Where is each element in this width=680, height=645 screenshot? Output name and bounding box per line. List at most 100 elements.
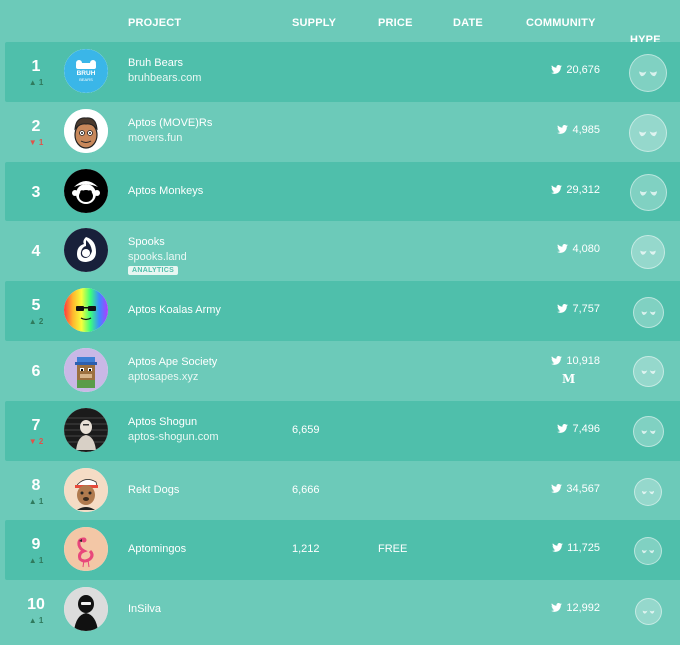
twitter-follower-count: 12,992 xyxy=(566,602,600,615)
rank-number: 3 xyxy=(31,183,41,201)
rank-down-indicator: ▼ 1 xyxy=(28,137,44,147)
project-name[interactable]: Spooks xyxy=(128,236,165,248)
twitter-followers[interactable]: 4,080 xyxy=(525,243,600,255)
rekt-dog-avatar[interactable] xyxy=(64,467,108,512)
column-header-supply[interactable]: SUPPLY xyxy=(292,17,336,29)
column-header-date[interactable]: DATE xyxy=(453,17,483,29)
project-list: 1 ▲ 1 BRUH BEARS Bruh Bears bruhbears.com 20,6… xyxy=(0,42,680,640)
rank-number: 9 xyxy=(31,536,41,554)
rank-up-indicator: ▲ 1 xyxy=(28,78,44,87)
koala-avatar[interactable] xyxy=(64,288,108,333)
project-row[interactable]: 7 ▼ 2 Aptos Shogun aptos-shogun.com 6,659 7,4… xyxy=(5,400,680,461)
twitter-follower-count: 4,985 xyxy=(572,123,600,136)
hype-meter-icon[interactable] xyxy=(629,113,667,152)
project-name[interactable]: Aptos Shogun xyxy=(128,416,197,428)
project-website-link[interactable]: bruhbears.com xyxy=(128,72,201,84)
price-value: FREE xyxy=(378,543,408,556)
twitter-followers[interactable]: 20,676 xyxy=(525,64,600,76)
shogun-avatar[interactable] xyxy=(64,407,108,452)
project-name[interactable]: Aptomingos xyxy=(128,543,186,555)
project-website-link[interactable]: aptos-shogun.com xyxy=(128,431,219,443)
bruh-bears-logo[interactable]: BRUH BEARS xyxy=(64,49,108,93)
twitter-icon xyxy=(557,124,569,134)
supply-value: 1,212 xyxy=(292,543,320,556)
twitter-followers[interactable]: 7,496 xyxy=(525,423,600,435)
project-name[interactable]: Aptos (MOVE)Rs xyxy=(128,117,212,129)
hype-meter-icon[interactable] xyxy=(632,356,664,388)
project-name[interactable]: Bruh Bears xyxy=(128,57,183,69)
twitter-followers[interactable]: 11,725 xyxy=(525,542,600,554)
project-row[interactable]: 6 Aptos Ape Society aptosapes.xyz 10,918 M xyxy=(5,341,680,401)
twitter-follower-count: 7,757 xyxy=(572,303,600,316)
rank-up-indicator: ▲ 1 xyxy=(28,616,44,626)
twitter-follower-count: 29,312 xyxy=(566,183,600,196)
hype-meter-icon[interactable] xyxy=(634,477,662,506)
project-website-link[interactable]: aptosapes.xyz xyxy=(128,371,198,383)
project-name[interactable]: Aptos Monkeys xyxy=(128,185,203,197)
flamingo-avatar[interactable] xyxy=(64,527,108,572)
twitter-followers[interactable]: 10,918 xyxy=(525,355,600,367)
twitter-icon xyxy=(557,423,569,433)
rank-down-indicator: ▼ 2 xyxy=(28,436,44,446)
project-row[interactable]: 1 ▲ 1 BRUH BEARS Bruh Bears bruhbears.com 20,6… xyxy=(5,42,680,102)
project-row[interactable]: 8 ▲ 1 Rekt Dogs 6,666 34,567 xyxy=(5,461,680,521)
project-name[interactable]: Rekt Dogs xyxy=(128,484,179,496)
twitter-followers[interactable]: 29,312 xyxy=(525,184,600,196)
twitter-follower-count: 20,676 xyxy=(566,64,600,76)
twitter-follower-count: 10,918 xyxy=(566,354,600,367)
project-name[interactable]: Aptos Ape Society xyxy=(128,356,217,368)
twitter-icon xyxy=(557,244,569,254)
hype-meter-icon[interactable] xyxy=(629,174,667,212)
twitter-icon xyxy=(551,65,563,74)
twitter-follower-count: 11,725 xyxy=(567,542,600,555)
column-header-community[interactable]: COMMUNITY xyxy=(526,17,596,29)
supply-value: 6,666 xyxy=(292,483,320,496)
rank-number: 1 xyxy=(31,58,41,75)
rank-number: 4 xyxy=(31,243,41,261)
medium-icon[interactable]: M xyxy=(562,372,575,386)
twitter-follower-count: 7,496 xyxy=(572,422,600,435)
table-header: PROJECT SUPPLY PRICE DATE COMMUNITY HYPE… xyxy=(0,0,680,46)
project-row[interactable]: 4 Spooks spooks.land ANALYTICS 4,080 xyxy=(5,221,680,281)
column-header-price[interactable]: PRICE xyxy=(378,17,413,29)
hype-meter-icon[interactable] xyxy=(629,54,667,92)
project-website-link[interactable]: movers.fun xyxy=(128,132,182,144)
monkey-avatar[interactable] xyxy=(64,168,108,213)
project-name[interactable]: Aptos Koalas Army xyxy=(128,304,221,316)
twitter-icon xyxy=(551,603,563,612)
twitter-followers[interactable]: 4,985 xyxy=(525,124,600,136)
rank-number: 7 xyxy=(31,416,41,434)
project-row[interactable]: 10 ▲ 1 InSilva 12,992 xyxy=(5,580,680,640)
twitter-followers[interactable]: 7,757 xyxy=(525,303,600,315)
hype-meter-icon[interactable] xyxy=(631,235,665,270)
hype-meter-icon[interactable] xyxy=(634,537,662,566)
twitter-icon xyxy=(551,355,563,365)
svg-text:BRUH: BRUH xyxy=(77,70,96,77)
project-name[interactable]: InSilva xyxy=(128,603,161,615)
twitter-follower-count: 34,567 xyxy=(566,482,600,495)
project-row[interactable]: 2 ▼ 1 Aptos (MOVE)Rs movers.fun 4,985 xyxy=(5,102,680,162)
rank-up-indicator: ▲ 1 xyxy=(28,556,44,566)
insilva-avatar[interactable] xyxy=(64,587,108,632)
twitter-followers[interactable]: 34,567 xyxy=(525,483,600,495)
rank-number: 8 xyxy=(31,476,41,494)
hype-meter-icon[interactable] xyxy=(634,597,662,625)
twitter-icon xyxy=(557,304,569,314)
supply-value: 6,659 xyxy=(292,423,320,436)
hype-meter-icon[interactable] xyxy=(632,416,664,448)
project-row[interactable]: 5 ▲ 2 Aptos Koalas Army 7,757 xyxy=(5,281,680,341)
column-header-project[interactable]: PROJECT xyxy=(128,17,181,29)
hype-meter-icon[interactable] xyxy=(632,296,664,328)
ape-avatar[interactable] xyxy=(64,347,108,392)
rank-number: 6 xyxy=(31,362,41,380)
project-row[interactable]: 3 Aptos Monkeys 29,312 xyxy=(5,161,680,222)
project-website-link[interactable]: spooks.land xyxy=(128,251,187,263)
twitter-followers[interactable]: 12,992 xyxy=(525,602,600,614)
project-row[interactable]: 9 ▲ 1 Aptomingos 1,212 FREE 11,725 xyxy=(5,520,680,581)
rank-number: 10 xyxy=(27,596,45,614)
movers-avatar[interactable] xyxy=(64,108,108,153)
spooks-avatar[interactable] xyxy=(64,228,108,273)
rank-up-indicator: ▲ 2 xyxy=(28,317,44,327)
rank-up-indicator: ▲ 1 xyxy=(28,496,44,506)
analytics-badge[interactable]: ANALYTICS xyxy=(128,266,179,276)
